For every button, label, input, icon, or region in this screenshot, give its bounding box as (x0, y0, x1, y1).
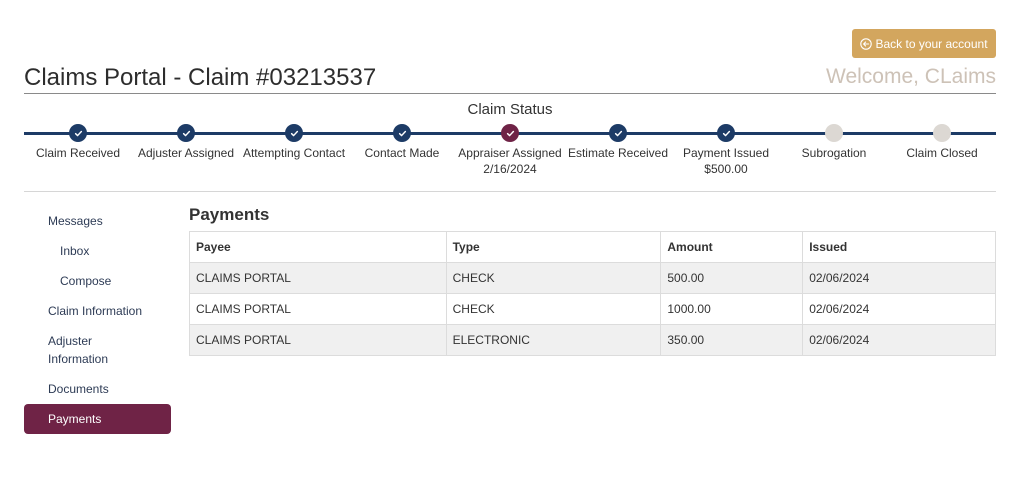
status-step-appraiser-assigned: Appraiser Assigned 2/16/2024 (450, 124, 570, 177)
sidebar-item-adjuster-information[interactable]: Adjuster Information (24, 326, 171, 374)
back-to-account-label: Back to your account (875, 36, 988, 51)
status-step-label: Payment Issued (682, 146, 770, 160)
status-step-subrogation: Subrogation (774, 124, 894, 161)
sidebar-nav: Messages Inbox Compose Claim Information… (24, 206, 171, 434)
status-step-estimate-received: Estimate Received (558, 124, 678, 161)
status-step-attempting-contact: Attempting Contact (234, 124, 354, 161)
status-step-label: Appraiser Assigned (458, 146, 562, 160)
pending-dot-icon (825, 124, 843, 142)
check-icon (717, 124, 735, 142)
status-step-label: Claim Received (35, 146, 121, 160)
status-step-payment-issued: Payment Issued $500.00 (666, 124, 786, 177)
table-row: CLAIMS PORTAL CHECK 500.00 02/06/2024 (189, 262, 996, 294)
amount-cell: 1000.00 (660, 293, 804, 325)
amount-cell: 500.00 (660, 262, 804, 294)
status-step-claim-closed: Claim Closed (882, 124, 1002, 161)
sidebar-item-inbox[interactable]: Inbox (24, 236, 171, 266)
status-step-label: Adjuster Assigned (137, 146, 235, 160)
payments-table: Payee Type Amount Issued CLAIMS PORTAL C… (189, 231, 996, 356)
type-cell: CHECK (445, 293, 662, 325)
status-step-label: Subrogation (801, 146, 867, 160)
sidebar-item-claim-information[interactable]: Claim Information (24, 296, 171, 326)
sidebar-item-payments[interactable]: Payments (24, 404, 171, 434)
status-step-label: Contact Made (364, 146, 440, 160)
section-divider (24, 191, 996, 192)
page-title: Claims Portal - Claim #03213537 (24, 64, 377, 91)
sidebar-item-compose[interactable]: Compose (24, 266, 171, 296)
column-header-type: Type (445, 231, 662, 263)
check-icon (177, 124, 195, 142)
status-step-contact-made: Contact Made (342, 124, 462, 161)
check-icon (69, 124, 87, 142)
status-step-detail: 2/16/2024 (483, 162, 537, 176)
title-divider (24, 93, 996, 94)
amount-cell: 350.00 (660, 324, 804, 356)
check-icon (393, 124, 411, 142)
type-cell: CHECK (445, 262, 662, 294)
table-row: CLAIMS PORTAL CHECK 1000.00 02/06/2024 (189, 293, 996, 325)
pending-dot-icon (933, 124, 951, 142)
welcome-message: Welcome, CLaims (826, 65, 996, 88)
issued-cell: 02/06/2024 (802, 293, 996, 325)
issued-cell: 02/06/2024 (802, 324, 996, 356)
table-row: CLAIMS PORTAL ELECTRONIC 350.00 02/06/20… (189, 324, 996, 356)
circle-arrow-left-icon (860, 37, 873, 50)
payee-cell: CLAIMS PORTAL (189, 324, 447, 356)
claim-status-heading: Claim Status (467, 101, 553, 118)
issued-cell: 02/06/2024 (802, 262, 996, 294)
check-icon (609, 124, 627, 142)
column-header-amount: Amount (660, 231, 804, 263)
column-header-payee: Payee (189, 231, 447, 263)
sidebar-item-documents[interactable]: Documents (24, 374, 171, 404)
type-cell: ELECTRONIC (445, 324, 662, 356)
status-step-claim-received: Claim Received (18, 124, 138, 161)
column-header-issued: Issued (802, 231, 996, 263)
back-to-account-button[interactable]: Back to your account (852, 29, 996, 58)
payments-title: Payments (189, 205, 270, 224)
payee-cell: CLAIMS PORTAL (189, 262, 447, 294)
sidebar-item-messages[interactable]: Messages (24, 206, 171, 236)
status-step-adjuster-assigned: Adjuster Assigned (126, 124, 246, 161)
status-step-detail: $500.00 (704, 162, 748, 176)
status-step-label: Estimate Received (567, 146, 669, 160)
payee-cell: CLAIMS PORTAL (189, 293, 447, 325)
table-header-row: Payee Type Amount Issued (189, 231, 996, 263)
check-icon (285, 124, 303, 142)
status-step-label: Claim Closed (906, 146, 978, 160)
status-step-label: Attempting Contact (242, 146, 346, 160)
check-icon (501, 124, 519, 142)
